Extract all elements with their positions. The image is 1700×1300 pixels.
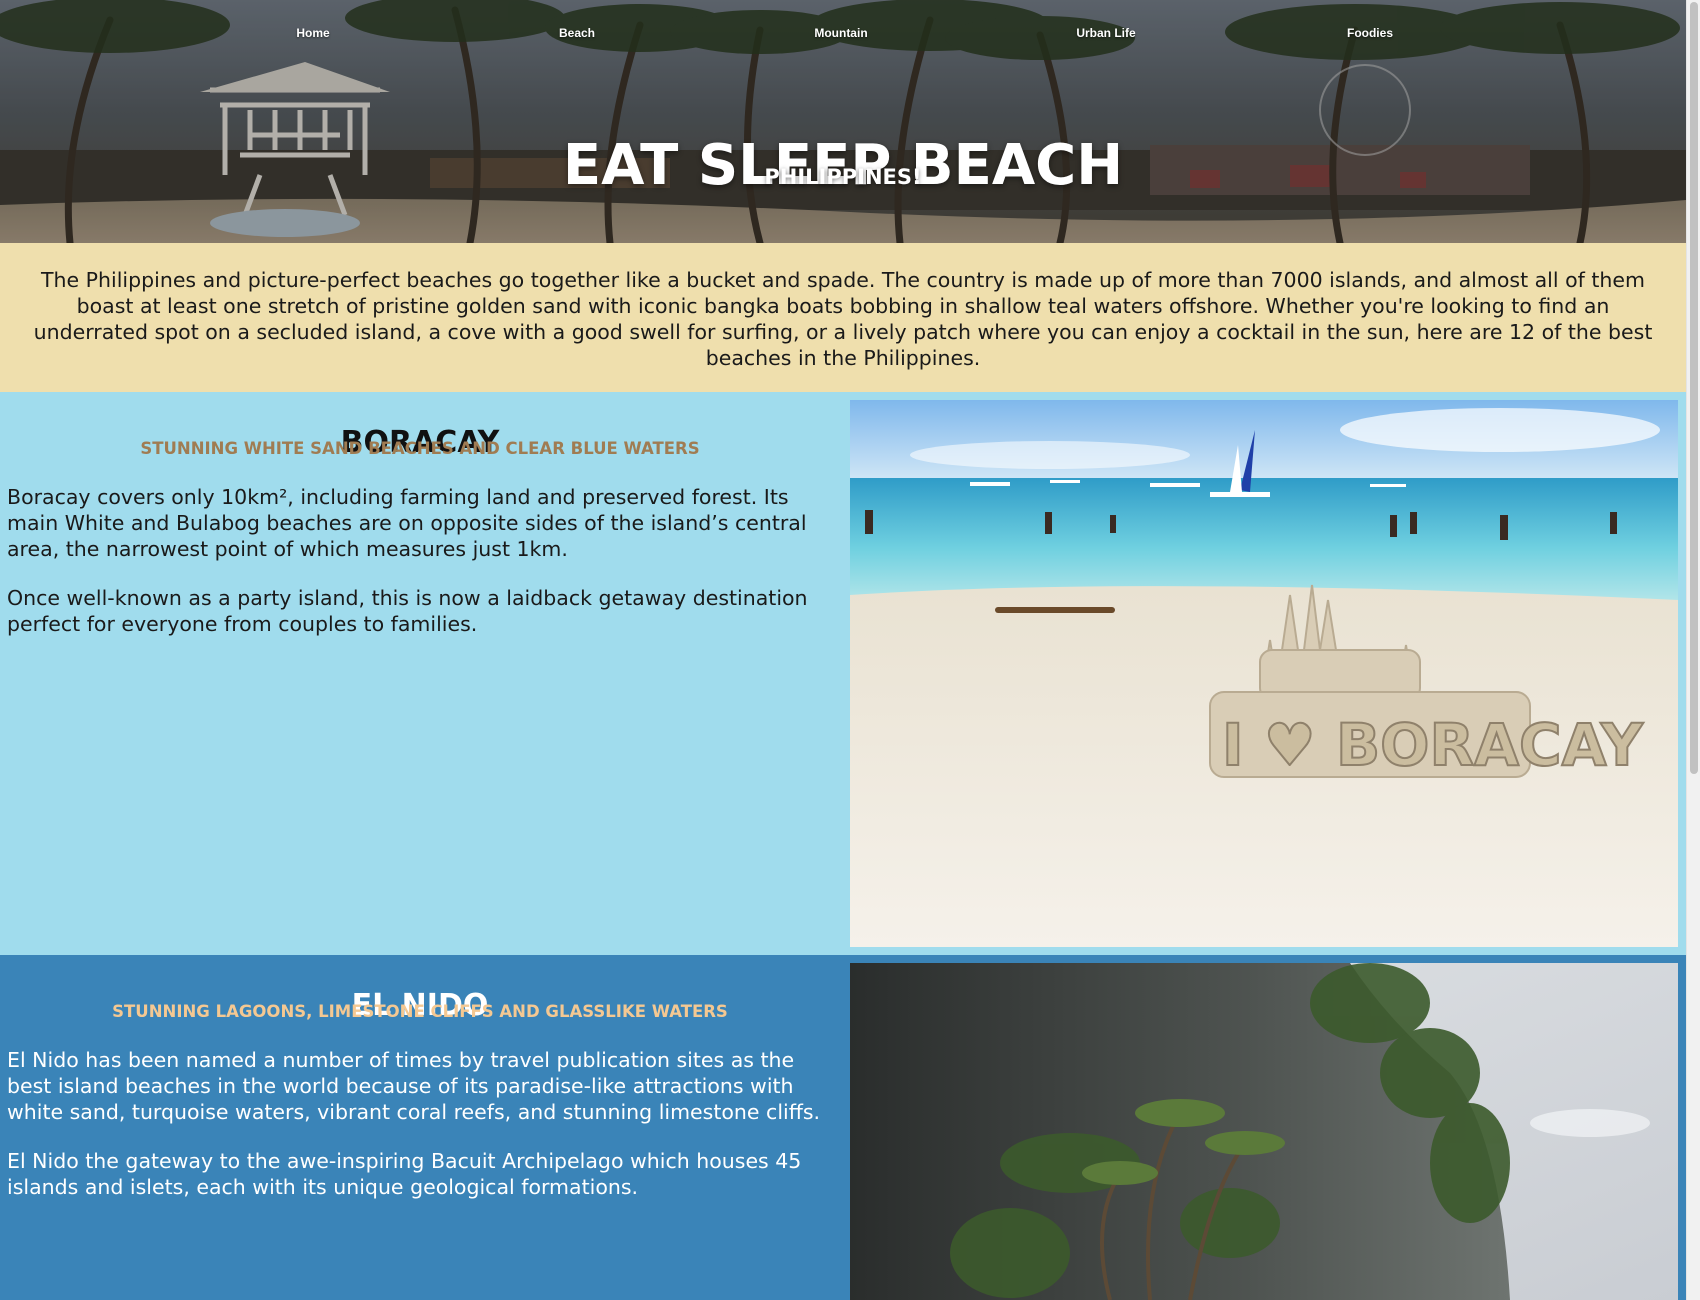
elnido-paragraph-1: El Nido has been named a number of times…: [7, 1048, 821, 1124]
nav-link-home[interactable]: Home: [213, 22, 413, 44]
intro-section: The Philippines and picture-perfect beac…: [0, 243, 1686, 392]
boracay-paragraph-2: Once well-known as a party island, this …: [7, 586, 808, 636]
elnido-paragraph-2: El Nido the gateway to the awe-inspiring…: [7, 1149, 802, 1199]
elnido-body: El Nido has been named a number of times…: [7, 1047, 837, 1223]
nav-link-urban-life[interactable]: Urban Life: [1006, 22, 1206, 44]
page-content: Home Beach Mountain Urban Life Foodies E…: [0, 0, 1686, 1300]
elnido-image: [850, 963, 1678, 1300]
elnido-section: EL NIDO STUNNING LAGOONS, LIMESTONE CLIF…: [0, 955, 1686, 1300]
main-navigation: Home Beach Mountain Urban Life Foodies: [0, 22, 1686, 44]
limestone-cliff-image: [850, 963, 1678, 1300]
elnido-tagline: STUNNING LAGOONS, LIMESTONE CLIFFS AND G…: [112, 1002, 728, 1021]
page-subtitle: PHILIPPINES!: [764, 165, 922, 189]
nav-link-beach[interactable]: Beach: [477, 22, 677, 44]
sandcastle-beach-image: I ♥ BORACAY: [850, 400, 1678, 947]
hero-banner: Home Beach Mountain Urban Life Foodies E…: [0, 0, 1686, 243]
scrollbar-thumb[interactable]: [1690, 2, 1698, 774]
boracay-body: Boracay covers only 10km², including far…: [7, 484, 837, 660]
page: Home Beach Mountain Urban Life Foodies E…: [0, 0, 1700, 1300]
intro-text: The Philippines and picture-perfect beac…: [33, 268, 1653, 370]
boracay-paragraph-1: Boracay covers only 10km², including far…: [7, 485, 807, 561]
nav-link-foodies[interactable]: Foodies: [1270, 22, 1470, 44]
sandcastle-text: I ♥ BORACAY: [1222, 711, 1644, 779]
nav-link-mountain[interactable]: Mountain: [741, 22, 941, 44]
boracay-section: BORACAY STUNNING WHITE SAND BEACHES AND …: [0, 392, 1686, 955]
boracay-tagline: STUNNING WHITE SAND BEACHES AND CLEAR BL…: [140, 439, 700, 458]
boracay-image: I ♥ BORACAY: [850, 400, 1678, 947]
vertical-scrollbar[interactable]: [1686, 0, 1700, 1300]
